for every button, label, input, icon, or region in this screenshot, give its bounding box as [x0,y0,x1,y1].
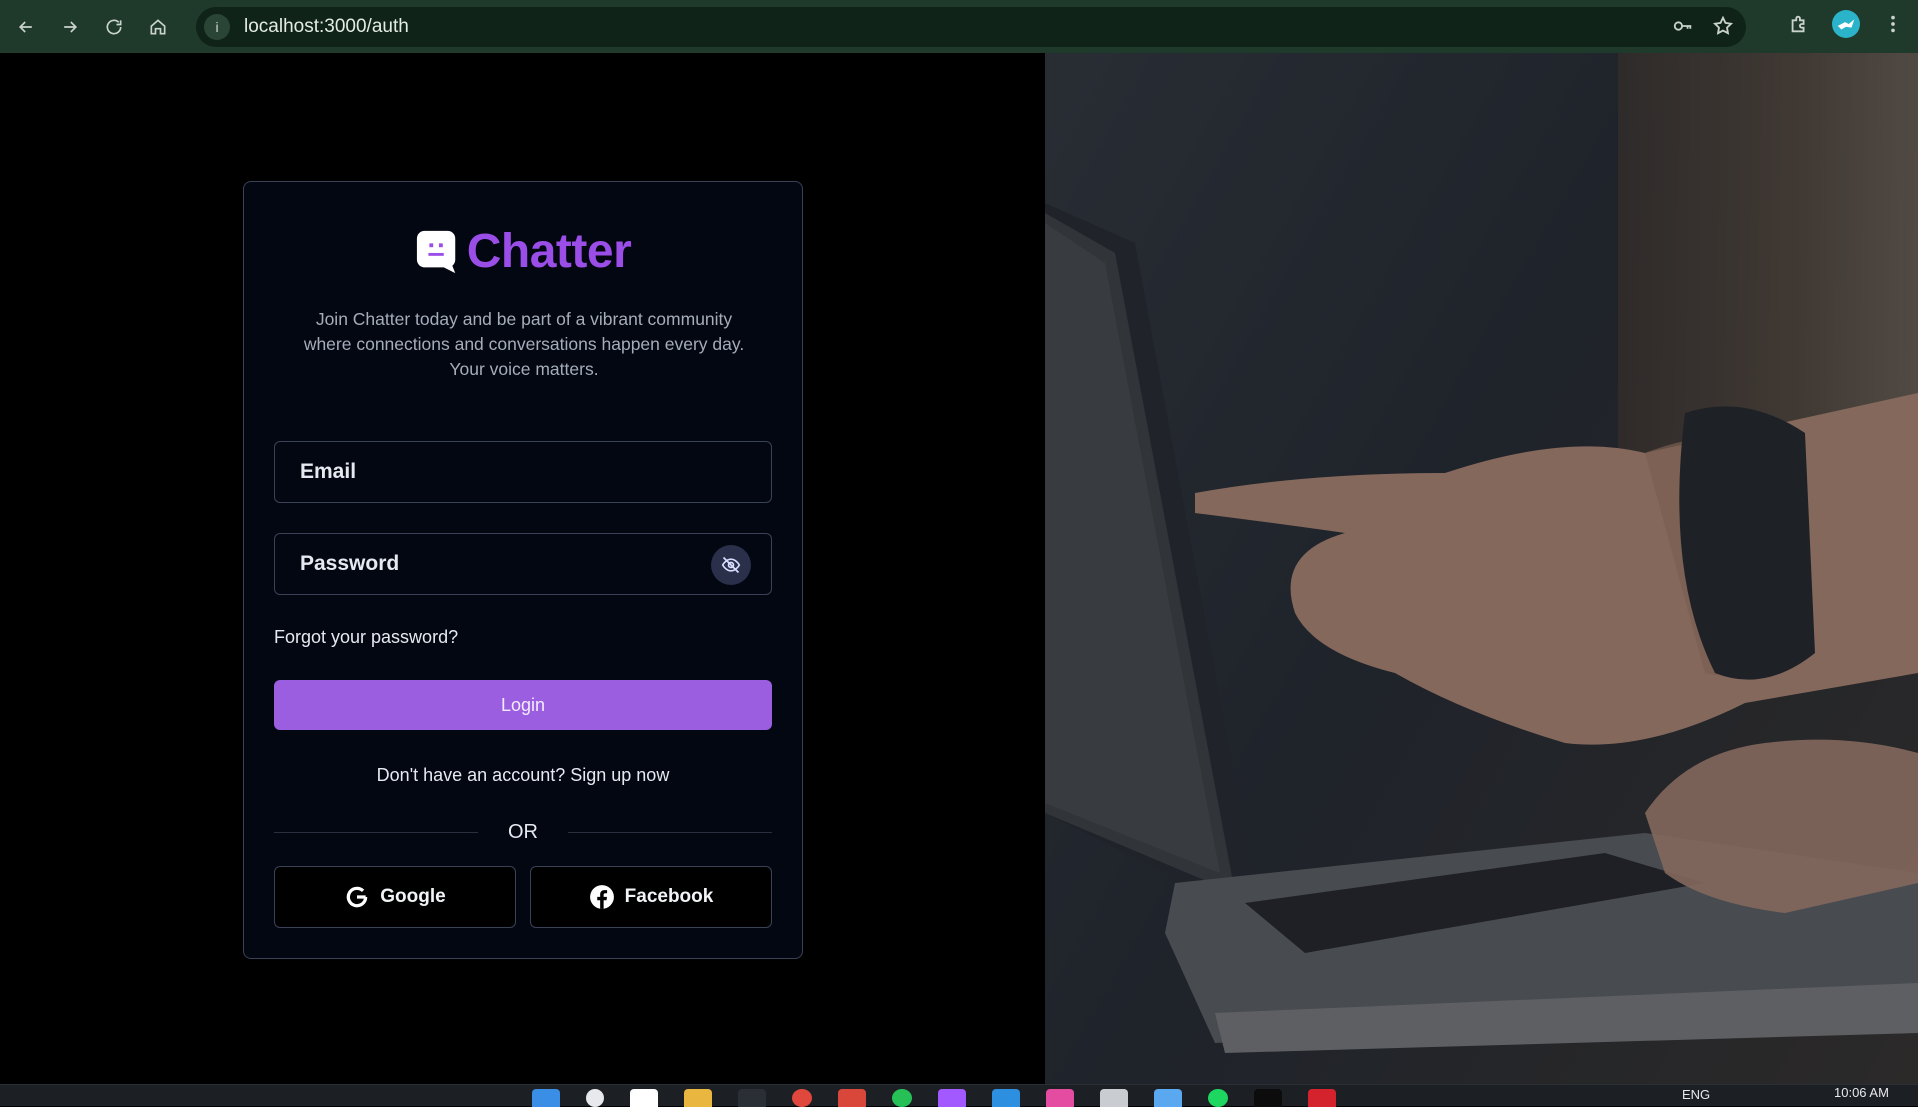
home-button[interactable] [140,9,176,45]
star-icon[interactable] [1712,15,1734,37]
login-card: Chatter Join Chatter today and be part o… [243,181,803,959]
forward-button[interactable] [52,9,88,45]
tagline-line: Your voice matters. [449,359,599,379]
tagline-line: where connections and conversations happ… [303,334,745,354]
whatsapp-icon[interactable] [892,1089,912,1107]
spotify-icon[interactable] [1208,1089,1228,1107]
toggle-password-button[interactable] [711,545,751,585]
chat-logo-icon [415,229,461,275]
app-red-icon[interactable] [792,1089,812,1107]
taskbar-apps [532,1089,1336,1107]
image-overlay [1045,53,1918,1084]
password-placeholder: Password [300,552,400,575]
puzzle-icon[interactable] [1788,13,1810,35]
home-icon [150,18,166,34]
google-label: Google [380,886,446,907]
auth-panel: Chatter Join Chatter today and be part o… [0,53,1045,1084]
profile-avatar[interactable] [1832,10,1860,38]
figma-icon[interactable] [938,1089,966,1107]
chrome-icon[interactable] [838,1089,866,1107]
divider-line [274,831,478,833]
forgot-password-link[interactable]: Forgot your password? [274,627,458,648]
signup-link[interactable]: Don't have an account? Sign up now [244,765,802,786]
facebook-login-button[interactable]: Facebook [530,866,772,928]
brand-name: Chatter [466,225,632,278]
reload-button[interactable] [96,9,132,45]
arrow-right-icon [64,20,78,33]
login-button[interactable]: Login [274,680,772,730]
app-pink-icon[interactable] [1046,1089,1074,1107]
tagline: Join Chatter today and be part of a vibr… [274,307,774,382]
facebook-icon [589,885,614,909]
google-login-button[interactable]: Google [274,866,516,928]
clock[interactable]: 10:06 AM [1834,1085,1889,1100]
reload-icon [106,19,122,35]
address-bar[interactable]: i localhost:3000/auth [196,7,1746,47]
language-indicator[interactable]: ENG [1682,1087,1710,1102]
kebab-menu-icon[interactable] [1882,13,1904,35]
key-icon[interactable] [1672,15,1694,37]
search-icon[interactable] [586,1089,604,1107]
password-field[interactable]: Password [274,533,772,595]
brand-header: Chatter [244,224,802,279]
terminal-icon[interactable] [738,1089,766,1107]
hero-image [1045,53,1918,1084]
os-taskbar: ENG 10:06 AM [0,1084,1918,1107]
browser-toolbar: i localhost:3000/auth [0,0,1918,53]
calendar-icon[interactable] [1154,1089,1182,1107]
arrow-left-icon [18,20,32,33]
vscode-icon[interactable] [992,1089,1020,1107]
tagline-line: Join Chatter today and be part of a vibr… [315,309,733,329]
back-button[interactable] [8,9,44,45]
info-icon[interactable]: i [204,14,230,40]
eye-off-icon [721,556,741,574]
divider-line [568,831,772,833]
email-field[interactable]: Email [274,441,772,503]
app-red-square-icon[interactable] [1308,1089,1336,1107]
app-gray-icon[interactable] [1100,1089,1128,1107]
task-view-icon[interactable] [630,1089,658,1107]
url-text[interactable]: localhost:3000/auth [244,16,409,38]
windows-start-icon[interactable] [532,1089,560,1107]
or-text: OR [508,820,538,843]
google-icon [347,886,368,908]
app-dark-icon[interactable] [1254,1089,1282,1107]
email-placeholder: Email [300,460,357,483]
facebook-label: Facebook [624,886,714,907]
or-divider: OR [274,820,772,844]
avatar-icon [1837,19,1855,30]
file-explorer-icon[interactable] [684,1089,712,1107]
